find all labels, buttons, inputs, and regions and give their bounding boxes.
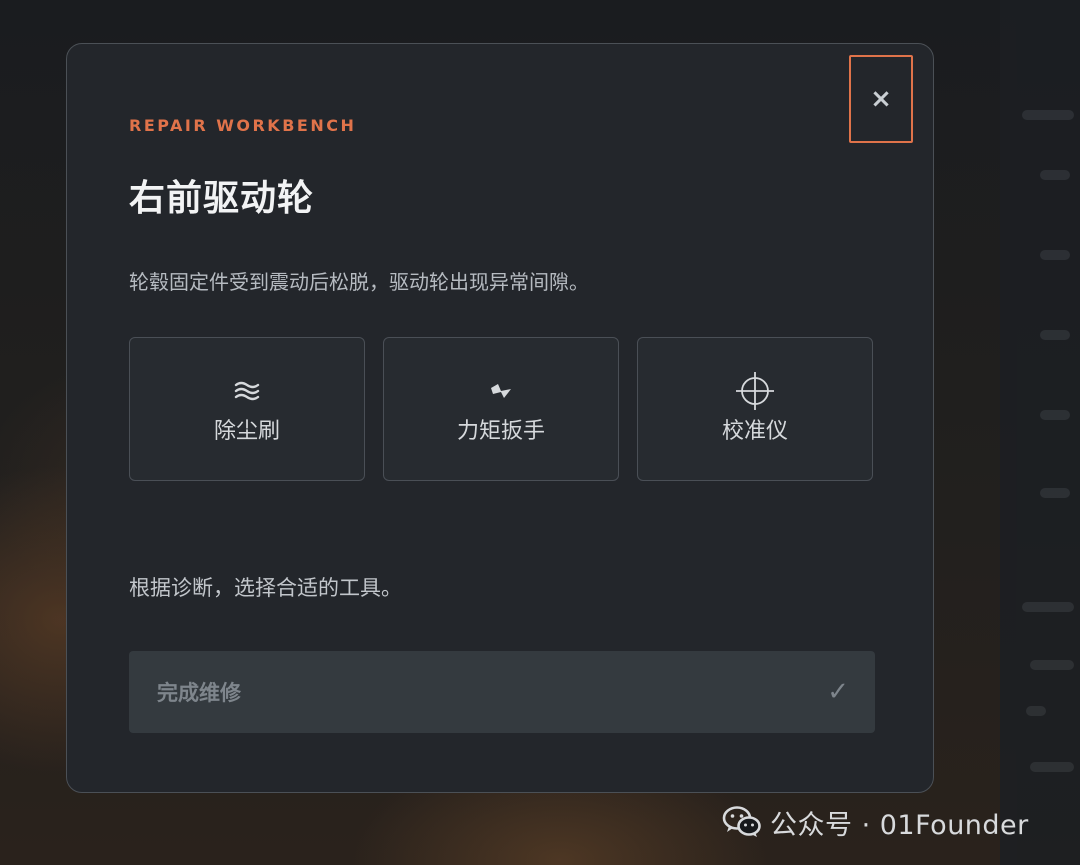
background-placeholder-line <box>1040 488 1070 498</box>
wechat-watermark: 公众号 · 01Founder <box>722 802 1029 842</box>
dialog-title: 右前驱动轮 <box>129 178 315 219</box>
complete-repair-button[interactable]: 完成维修 ✓ <box>129 651 875 733</box>
background-side-panel <box>1000 0 1080 865</box>
selection-hint: 根据诊断，选择合适的工具。 <box>129 576 402 600</box>
background-placeholder-line <box>1030 660 1074 670</box>
tool-calibrator[interactable]: 校准仪 <box>637 337 873 481</box>
tool-label: 力矩扳手 <box>456 419 545 444</box>
wechat-logo-icon <box>722 806 761 837</box>
tool-options: 除尘刷 力矩扳手 校准仪 <box>129 337 875 481</box>
background-placeholder-line <box>1040 250 1070 260</box>
close-button[interactable]: × <box>849 55 913 143</box>
wave-icon <box>233 373 261 409</box>
check-icon: ✓ <box>827 677 849 707</box>
tool-label: 校准仪 <box>721 419 788 444</box>
background-placeholder-line <box>1030 762 1074 772</box>
dialog-eyebrow: REPAIR WORKBENCH <box>129 116 357 135</box>
tool-torque-wrench[interactable]: 力矩扳手 <box>383 337 619 481</box>
repair-workbench-dialog: × REPAIR WORKBENCH 右前驱动轮 轮毂固定件受到震动后松脱，驱动… <box>66 43 934 793</box>
tool-dust-brush[interactable]: 除尘刷 <box>129 337 365 481</box>
background-placeholder-line <box>1040 170 1070 180</box>
background-placeholder-line <box>1022 110 1074 120</box>
complete-repair-label: 完成维修 <box>157 681 241 705</box>
crosshair-icon <box>735 372 775 410</box>
watermark-text: 公众号 · 01Founder <box>770 809 1029 841</box>
background-placeholder-line <box>1026 706 1046 716</box>
background-placeholder-line <box>1040 330 1070 340</box>
background-placeholder-line <box>1040 410 1070 420</box>
bolt-icon <box>488 373 514 409</box>
diagnosis-description: 轮毂固定件受到震动后松脱，驱动轮出现异常间隙。 <box>129 270 589 294</box>
tool-label: 除尘刷 <box>213 419 280 444</box>
close-icon: × <box>870 84 892 114</box>
background-placeholder-line <box>1022 602 1074 612</box>
